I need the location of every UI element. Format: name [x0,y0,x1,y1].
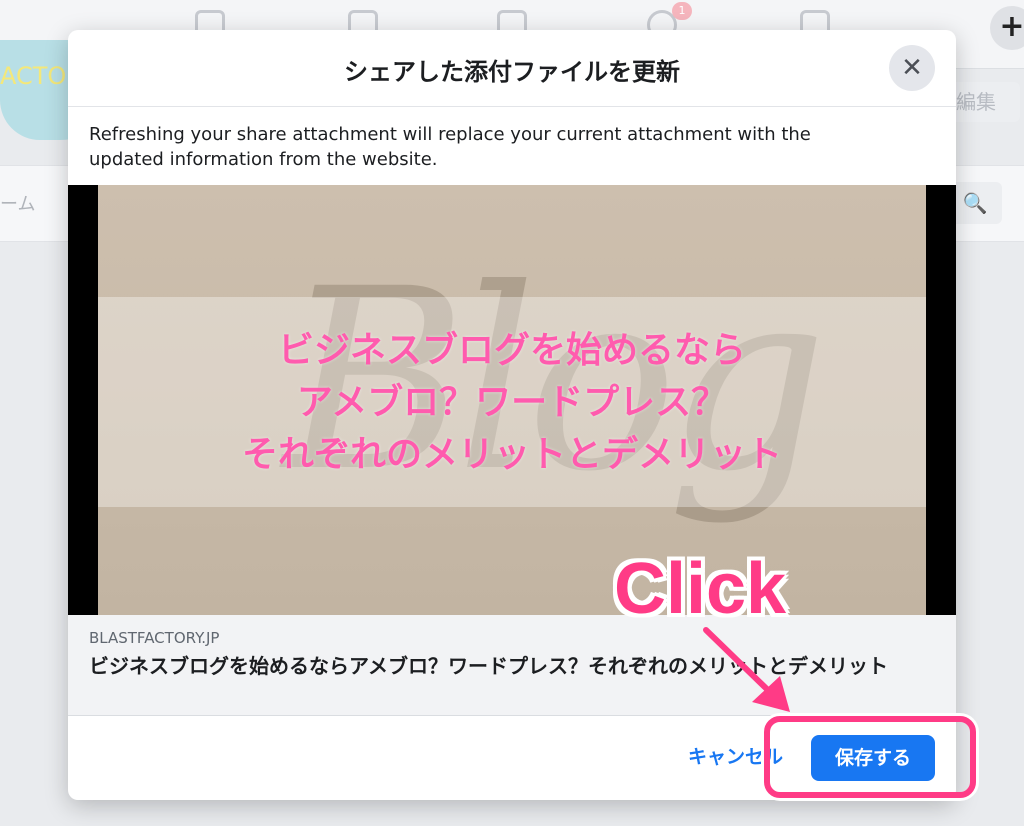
create-plus-button[interactable]: + [990,6,1024,50]
annotation-arrow-icon [703,627,790,712]
link-preview-image: Blog ビジネスブログを始めるなら アメブロ？ワードプレス？ それぞれのメリッ… [68,185,956,615]
page-profile-logo-text: ACTO [0,62,67,90]
dialog-title: シェアした添付ファイルを更新 [344,58,680,86]
preview-line: アメブロ？ワードプレス？ [296,382,728,423]
save-button-highlight [764,716,976,798]
close-button[interactable]: ✕ [889,45,935,91]
notification-badge: 1 [672,2,692,20]
preview-photo: Blog ビジネスブログを始めるなら アメブロ？ワードプレス？ それぞれのメリッ… [98,185,926,615]
link-domain: BLASTFACTORY.JP [89,629,220,647]
tab-home[interactable]: ーム [0,190,35,216]
preview-line: それぞれのメリットとデメリット [241,434,782,475]
search-icon[interactable]: 🔍 [948,182,1002,224]
dialog-description: Refreshing your share attachment will re… [89,124,811,170]
click-annotation-label: Click [614,549,787,629]
update-attachment-dialog: シェアした添付ファイルを更新 ✕ Refreshing your share a… [68,30,956,800]
preview-line: ビジネスブログを始めるなら [277,330,746,371]
close-icon: ✕ [901,53,923,83]
preview-overlay-text: ビジネスブログを始めるなら アメブロ？ワードプレス？ それぞれのメリットとデメリ… [98,325,926,481]
edit-button[interactable]: 編集 [950,82,1020,122]
link-info: BLASTFACTORY.JP ビジネスブログを始めるならアメブロ？ワードプレス… [68,615,956,716]
dialog-header: シェアした添付ファイルを更新 ✕ [68,30,956,107]
